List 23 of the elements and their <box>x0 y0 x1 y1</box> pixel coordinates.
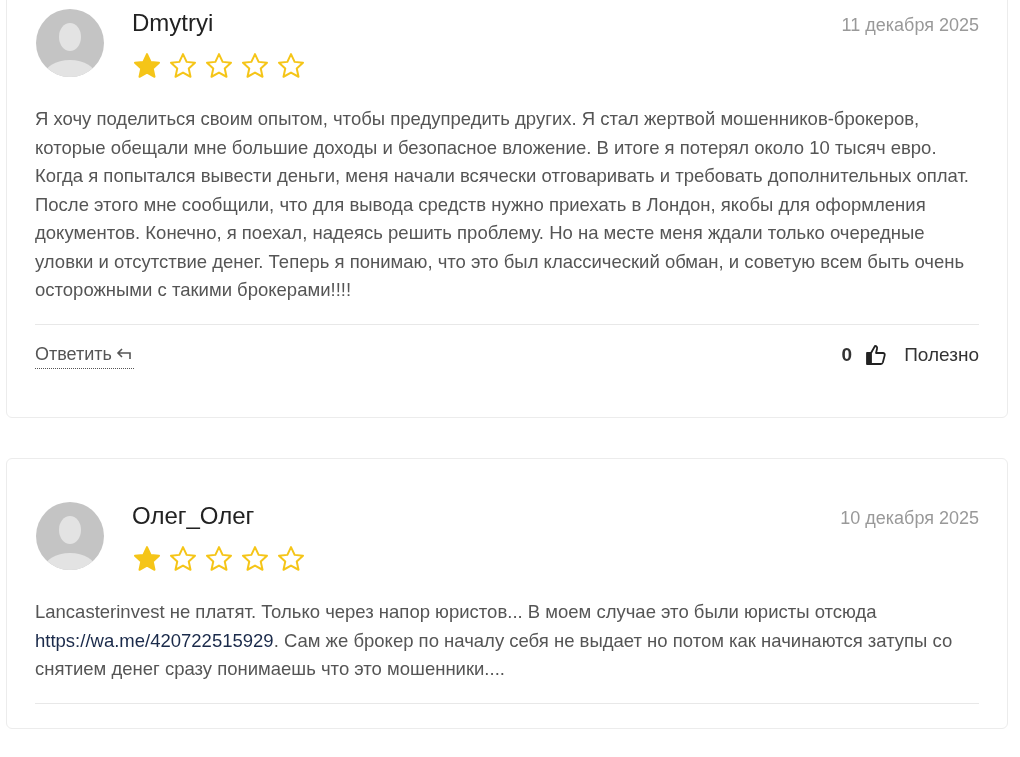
avatar-icon <box>35 8 105 78</box>
star-outline-icon <box>276 544 306 574</box>
star-outline-icon <box>204 51 234 81</box>
star-outline-icon <box>168 544 198 574</box>
star-outline-icon <box>240 544 270 574</box>
helpful-label[interactable]: Полезно <box>904 340 979 369</box>
star-outline-icon <box>168 51 198 81</box>
filled-star-icon <box>132 544 162 574</box>
thumbs-up-icon[interactable] <box>864 342 889 367</box>
star-outline-icon <box>204 544 234 574</box>
filled-star-icon <box>132 51 162 81</box>
review-date: 10 декабря 2025 <box>840 507 979 530</box>
like-count: 0 <box>841 342 853 367</box>
star-outline-icon <box>240 51 270 81</box>
review-text: Lancasterinvest не платят. Только через напор юристов... В моем случае это были юристы отсюда https://wa.me/420722515929. Сам же брокер по началу себя не выдает но потом как начинаются затупы со снятием денег сразу понимаешь что это мошенники.... <box>35 600 954 681</box>
star-outline-icon <box>276 51 306 81</box>
avatar-icon <box>35 501 105 571</box>
author-name: Олег_Олег <box>132 501 255 531</box>
author-name: Dmytryi <box>132 8 214 38</box>
reply-link[interactable]: Ответить <box>35 340 134 369</box>
review-link[interactable]: https://wa.me/420722515929 <box>35 629 274 651</box>
review-text: Я хочу поделиться своим опытом, чтобы предупредить других. Я стал жертвой мошенников-брокеров, которые обещали мне большие доходы и безопасное вложение. В итоге я потерял около 10 тысяч евро. Когда я попытался вывести деньги, меня начали всячески отговаривать и требовать дополнительных оплат. После этого мне сообщили, что для вывода средств нужно приехать в Лондон, якобы для оформления документов. Конечно, я поехал, надеясь решить проблему. Но на месте меня ждали только очередные уловки и отсутствие денег. Теперь я понимаю, что это был классический обман, и советую всем быть очень осторожными с такими брокерами!!!! <box>35 107 970 302</box>
review-date: 11 декабря 2025 <box>841 14 979 37</box>
